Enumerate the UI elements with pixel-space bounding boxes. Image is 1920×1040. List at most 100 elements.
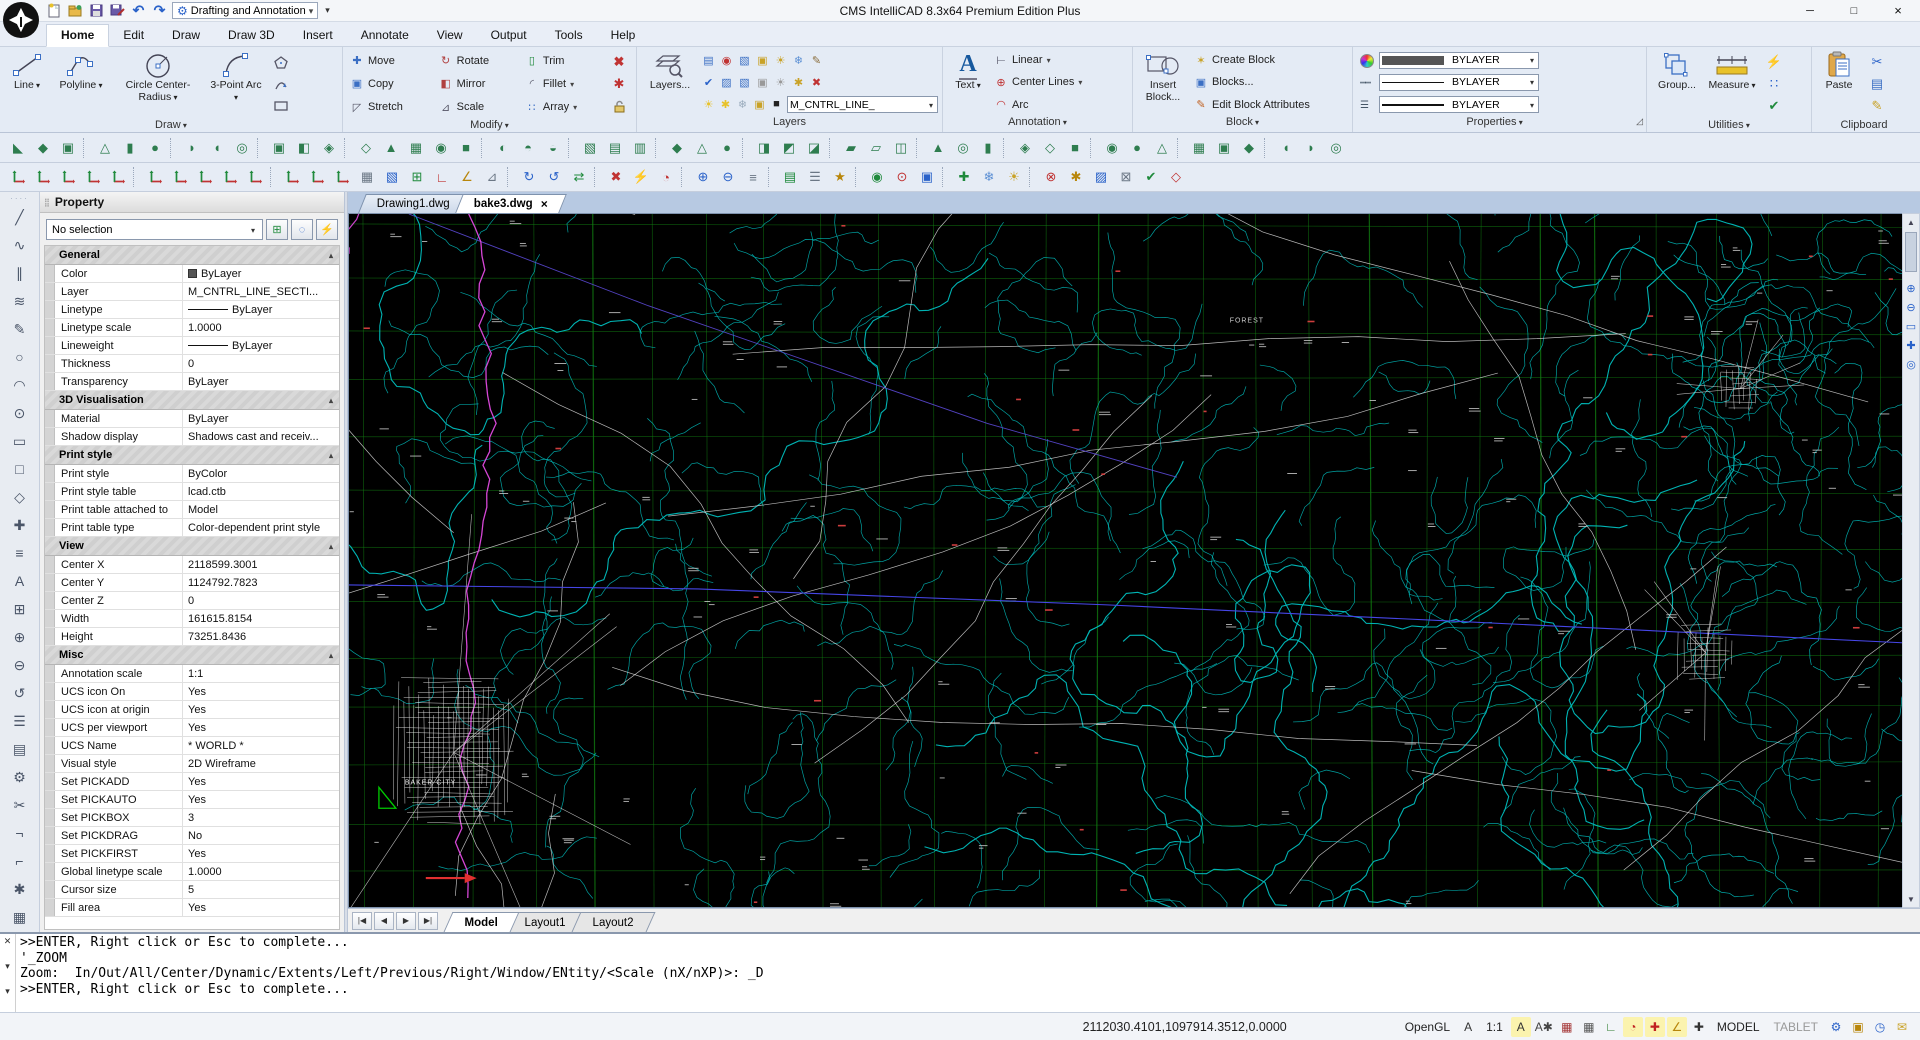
- vertical-scrollbar[interactable]: ▲ ⊕ ⊖ ▭ ✚ ◎ ▼: [1902, 213, 1920, 908]
- draw-tool-icon-3[interactable]: ∥: [5, 259, 35, 287]
- save-as-icon[interactable]: [109, 3, 126, 19]
- save-icon[interactable]: [88, 3, 105, 19]
- view-tool-icon-16[interactable]: ⊕: [691, 166, 715, 188]
- draw-tool-icon-19[interactable]: ☰: [5, 707, 35, 735]
- solid-tool-icon-17[interactable]: ◇: [354, 137, 378, 159]
- erase-icon[interactable]: ✖: [607, 51, 631, 73]
- solid-tool-icon-57[interactable]: ◆: [1237, 137, 1261, 159]
- property-value[interactable]: 5: [183, 881, 339, 898]
- ucs-tool-icon-9[interactable]: [218, 166, 242, 188]
- layer-tool-icon-grid2-5[interactable]: ☀: [773, 76, 788, 89]
- draw-tool-icon-5[interactable]: ✎: [5, 315, 35, 343]
- property-value[interactable]: No: [183, 827, 339, 844]
- solid-tool-icon-13[interactable]: ▣: [267, 137, 291, 159]
- draw-tool-icon-23[interactable]: ¬: [5, 819, 35, 847]
- property-value[interactable]: ByLayer: [183, 337, 339, 354]
- annotation-center-lines-button[interactable]: ⊕ Center Lines: [991, 73, 1128, 92]
- annotation-icon[interactable]: A: [1458, 1017, 1478, 1037]
- lineweight-combo[interactable]: BYLAYER: [1379, 96, 1539, 114]
- layer-tool-icon-grid2-4[interactable]: ▣: [755, 76, 770, 89]
- view-tool-icon-36[interactable]: ✔: [1139, 166, 1163, 188]
- property-value[interactable]: ByLayer: [183, 410, 339, 427]
- draw-tool-icon-1[interactable]: ╱: [5, 203, 35, 231]
- esnap-icon[interactable]: ✚: [1644, 1016, 1665, 1037]
- layer-tool-icon-grid1-1[interactable]: ▤: [701, 54, 716, 67]
- view-tool-icon-2[interactable]: ▧: [380, 166, 404, 188]
- scrollbar-thumb[interactable]: [1905, 232, 1917, 272]
- draw-tool-icon-21[interactable]: ⚙: [5, 763, 35, 791]
- solid-tool-icon-35[interactable]: ◨: [752, 137, 776, 159]
- view-tool-icon-8[interactable]: ↻: [517, 166, 541, 188]
- select-entities-button[interactable]: ◌: [291, 219, 313, 240]
- property-value[interactable]: 0: [183, 592, 339, 609]
- property-panel-header[interactable]: ⣿ Property: [40, 192, 344, 213]
- view-tool-icon-29[interactable]: ❄: [977, 166, 1001, 188]
- ucs-tool-icon-6[interactable]: [143, 166, 167, 188]
- draw-tool-icon-6[interactable]: ○: [5, 343, 35, 371]
- layer-tool-icon-grid1-7[interactable]: ✎: [809, 54, 824, 67]
- layer-tool-icon-grid1-2[interactable]: ◉: [719, 54, 734, 67]
- draw-tool-icon-14[interactable]: A: [5, 567, 35, 595]
- view-tool-icon-3[interactable]: ⊞: [405, 166, 429, 188]
- property-value[interactable]: M_CNTRL_LINE_SECTI...: [183, 283, 339, 300]
- arc-alt-icon[interactable]: [269, 73, 293, 95]
- command-history-up-icon[interactable]: ▾: [5, 961, 10, 972]
- solid-tool-icon-45[interactable]: ▮: [976, 137, 1000, 159]
- dropdown-arrow-icon[interactable]: [570, 78, 574, 90]
- collapse-arrow-icon[interactable]: ▴: [329, 651, 333, 660]
- ribbon-tab-annotate[interactable]: Annotate: [347, 25, 423, 46]
- layout-tab-layout2[interactable]: Layout2: [571, 912, 656, 932]
- redo-icon[interactable]: ↷: [151, 2, 168, 19]
- solid-tool-icon-19[interactable]: ▦: [404, 137, 428, 159]
- draw-tool-icon-18[interactable]: ↺: [5, 679, 35, 707]
- match-properties-icon[interactable]: ✎: [1865, 95, 1889, 117]
- section-header-general[interactable]: General ▴: [45, 246, 339, 265]
- settings-gear-icon[interactable]: ⚙: [1826, 1017, 1846, 1037]
- ucs-tool-icon-3[interactable]: [56, 166, 80, 188]
- solid-tool-icon-2[interactable]: ◆: [31, 137, 55, 159]
- property-value[interactable]: Yes: [183, 845, 339, 862]
- snap-icon[interactable]: ▦: [1557, 1017, 1577, 1037]
- draw-tool-icon-7[interactable]: ◠: [5, 371, 35, 399]
- property-value[interactable]: 73251.8436: [183, 628, 339, 645]
- collapse-arrow-icon[interactable]: ▴: [329, 451, 333, 460]
- block-edit-block-attributes-button[interactable]: ✎ Edit Block Attributes: [1191, 95, 1348, 114]
- layer-tool-icon-grid3-4[interactable]: ▣: [752, 98, 767, 111]
- ribbon-tab-home[interactable]: Home: [46, 24, 110, 47]
- canvas-tool-icon-5[interactable]: ◎: [1906, 358, 1916, 371]
- solid-tool-icon-31[interactable]: ◆: [665, 137, 689, 159]
- maximize-button[interactable]: □: [1832, 0, 1876, 21]
- quick-select-icon[interactable]: ⚡: [1762, 51, 1786, 73]
- solid-tool-icon-27[interactable]: ▧: [578, 137, 602, 159]
- modify-trim-button[interactable]: ▯ Trim: [522, 51, 604, 70]
- dropdown-arrow-icon[interactable]: [573, 101, 577, 113]
- open-folder-icon[interactable]: [67, 3, 84, 19]
- tablet-label[interactable]: TABLET: [1768, 1020, 1824, 1034]
- section-header-view[interactable]: View ▴: [45, 537, 339, 556]
- minimize-button[interactable]: ─: [1788, 0, 1832, 21]
- solid-tool-icon-9[interactable]: ◗: [180, 137, 204, 159]
- view-tool-icon-13[interactable]: ⚡: [629, 166, 653, 188]
- view-tool-icon-24[interactable]: ◉: [865, 166, 889, 188]
- paste-button[interactable]: Paste: [1816, 49, 1862, 119]
- property-value[interactable]: 0: [183, 355, 339, 372]
- property-value[interactable]: Shadows cast and receiv...: [183, 428, 339, 445]
- workspace-dropdown-arrow[interactable]: [309, 5, 314, 17]
- property-value[interactable]: Color-dependent print style: [183, 519, 339, 536]
- view-tool-icon-18[interactable]: ≡: [741, 166, 765, 188]
- draw-line-button[interactable]: Line: [4, 49, 50, 119]
- solid-tool-icon-14[interactable]: ◧: [292, 137, 316, 159]
- view-tool-icon-21[interactable]: ☰: [803, 166, 827, 188]
- draw-tool-icon-20[interactable]: ▤: [5, 735, 35, 763]
- ucs-tool-icon-2[interactable]: [31, 166, 55, 188]
- collapse-arrow-icon[interactable]: ▴: [329, 251, 333, 260]
- view-tool-icon-5[interactable]: ∠: [455, 166, 479, 188]
- create-selection-set-button[interactable]: ⊞: [266, 219, 288, 240]
- grid-icon[interactable]: ▦: [1579, 1017, 1599, 1037]
- draw-tool-icon-11[interactable]: ◇: [5, 483, 35, 511]
- solid-tool-icon-39[interactable]: ▰: [839, 137, 863, 159]
- panel-properties-label[interactable]: Properties ◿: [1353, 116, 1646, 132]
- renderer-label[interactable]: OpenGL: [1399, 1020, 1456, 1034]
- next-layout-button[interactable]: ▶: [396, 911, 416, 930]
- group-button[interactable]: Group...: [1651, 49, 1703, 119]
